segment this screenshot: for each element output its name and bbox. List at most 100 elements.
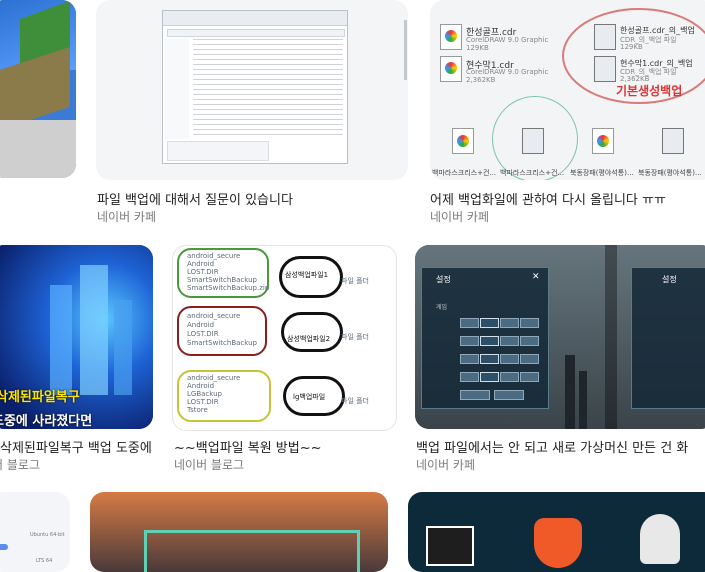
file-icon [440, 56, 462, 82]
card-title[interactable]: ~~백업파일 복원 방법~~ [174, 437, 322, 456]
annotation-text: 기본생성백업 [616, 84, 683, 98]
thumb-caption-2: 도중에 사라졌다면 [0, 414, 93, 429]
folder-item: android_secure [187, 374, 241, 382]
close-icon[interactable]: ✕ [532, 272, 540, 282]
thumbnail-row3-3[interactable] [408, 492, 705, 572]
thumbnail-game-settings[interactable]: 설정 ✕ 게임 설정 [415, 245, 705, 429]
backup-file-icon [594, 24, 616, 50]
folder-item: Android [187, 382, 215, 390]
section-label: 게임 [436, 304, 448, 311]
building [114, 300, 132, 395]
explorer-toolbar [163, 11, 347, 26]
folder-item: android_secure [187, 252, 241, 260]
bubble-label: 삼성백업파일1 [285, 271, 329, 279]
folder-item: Android [187, 321, 215, 329]
file-size: 129KB [620, 43, 643, 51]
scrollbar-right[interactable] [404, 20, 407, 80]
setting-option[interactable] [460, 372, 479, 382]
thumbnail-cdr-backup[interactable]: 한성골프.cdr CorelDRAW 9.0 Graphic 129KB 현수막… [430, 0, 705, 180]
folder-item: LOST.DIR [187, 268, 219, 276]
center-toolbar [605, 245, 617, 429]
card-title[interactable]: 어제 백업화일에 관하여 다시 올립니다 ㅠㅠ [430, 189, 666, 208]
setting-option-selected[interactable] [480, 336, 499, 346]
hacker-icon [640, 514, 680, 564]
tower-silhouette [565, 355, 575, 429]
grid-icon [592, 128, 614, 154]
file-size: 2,362KB [466, 76, 496, 84]
thumbnail-row3-1[interactable]: Ubuntu 64-bit LTS 64 [0, 492, 70, 572]
setting-option[interactable] [500, 318, 519, 328]
setting-option[interactable] [500, 336, 519, 346]
bubble-label: lg백업파일 [293, 393, 326, 401]
grid-icon [452, 128, 474, 154]
tower-silhouette [579, 371, 587, 429]
backup-file-icon [594, 56, 616, 82]
folder-type: 파일 폴더 [341, 333, 369, 341]
card-title[interactable]: 백업 파일에서는 안 되고 새로 가상머신 만든 건 화 [416, 437, 705, 456]
folder-item: SmartSwitchBackup [187, 339, 257, 347]
card-source[interactable]: 네이버 블로그 [174, 456, 244, 473]
setting-option[interactable] [520, 318, 539, 328]
stone-block [0, 120, 76, 178]
teal-frame [144, 530, 360, 572]
setting-option[interactable] [460, 354, 479, 364]
explorer-bottom-panel [167, 141, 269, 161]
explorer-sidebar [165, 39, 189, 139]
setting-option-selected[interactable] [480, 354, 499, 364]
card-source[interactable]: 네이버 카페 [97, 208, 156, 225]
thumbnail-row3-2[interactable] [90, 492, 388, 572]
folder-item: LOST.DIR [187, 398, 219, 406]
bubble-label: 삼성백업파일2 [287, 335, 331, 343]
speech-bubble [281, 312, 343, 352]
setting-option[interactable] [460, 318, 479, 328]
explorer-window [162, 10, 348, 164]
panel-title: 설정 [436, 275, 451, 284]
setting-option-selected[interactable] [480, 372, 499, 382]
building [50, 285, 72, 395]
folder-item: SmartSwitchBackup [187, 276, 257, 284]
grid-label: 백마라스크리스+건... [432, 169, 497, 177]
laptop-icon [426, 526, 474, 566]
folder-item: LGBackup [187, 390, 222, 398]
card-source[interactable]: 네이버 블로그 [0, 456, 40, 473]
panel-title: 설정 [662, 275, 677, 284]
setting-option[interactable] [500, 354, 519, 364]
thumbnail-minecraft[interactable] [0, 0, 76, 178]
setting-option[interactable] [520, 354, 539, 364]
setting-option[interactable] [520, 336, 539, 346]
grid-label: 북동장패(평야석통)... [638, 169, 702, 177]
setting-option[interactable] [460, 390, 490, 400]
explorer-file-list [193, 39, 343, 139]
card-title[interactable]: 파일 백업에 대해서 질문이 있습니다 [97, 189, 293, 208]
folder-item: Android [187, 260, 215, 268]
setting-option[interactable] [500, 372, 519, 382]
file-meta: CorelDRAW 9.0 Graphic [466, 68, 549, 76]
thumb-caption-1: 삭제된파일복구 [0, 390, 80, 405]
setting-option-selected[interactable] [480, 318, 499, 328]
setting-option[interactable] [520, 372, 539, 382]
panel-row-label: Ubuntu 64-bit [30, 532, 65, 538]
panel-row-label: LTS 64 [36, 558, 53, 564]
folder-item: android_secure [187, 312, 241, 320]
thumbnail-backup-restore[interactable]: android_secure Android LOST.DIR SmartSwi… [172, 245, 397, 431]
folder-item: LOST.DIR [187, 330, 219, 338]
settings-panel-2: 설정 [631, 267, 705, 409]
folder-item: Tstore [187, 406, 208, 414]
setting-option[interactable] [494, 390, 524, 400]
card-source[interactable]: 네이버 카페 [430, 208, 489, 225]
thumbnail-file-backup[interactable] [96, 0, 408, 180]
explorer-address-bar [167, 29, 345, 37]
setting-option[interactable] [460, 336, 479, 346]
progress-bar [0, 544, 8, 550]
settings-panel: 설정 ✕ 게임 [421, 267, 549, 409]
file-meta: CorelDRAW 9.0 Graphic [466, 36, 549, 44]
folder-type: 파일 폴더 [341, 397, 369, 405]
shield-icon [534, 518, 582, 568]
card-title[interactable]: 삭제된파일복구 백업 도중에 사라... [0, 437, 152, 456]
file-icon [440, 24, 462, 50]
folder-type: 파일 폴더 [341, 277, 369, 285]
thumbnail-data-recovery[interactable]: 삭제된파일복구 도중에 사라졌다면 [0, 245, 153, 429]
grid-icon [522, 128, 544, 154]
card-source[interactable]: 네이버 카페 [416, 456, 475, 473]
grid-label: 백마라스크리스+건... [500, 169, 565, 177]
